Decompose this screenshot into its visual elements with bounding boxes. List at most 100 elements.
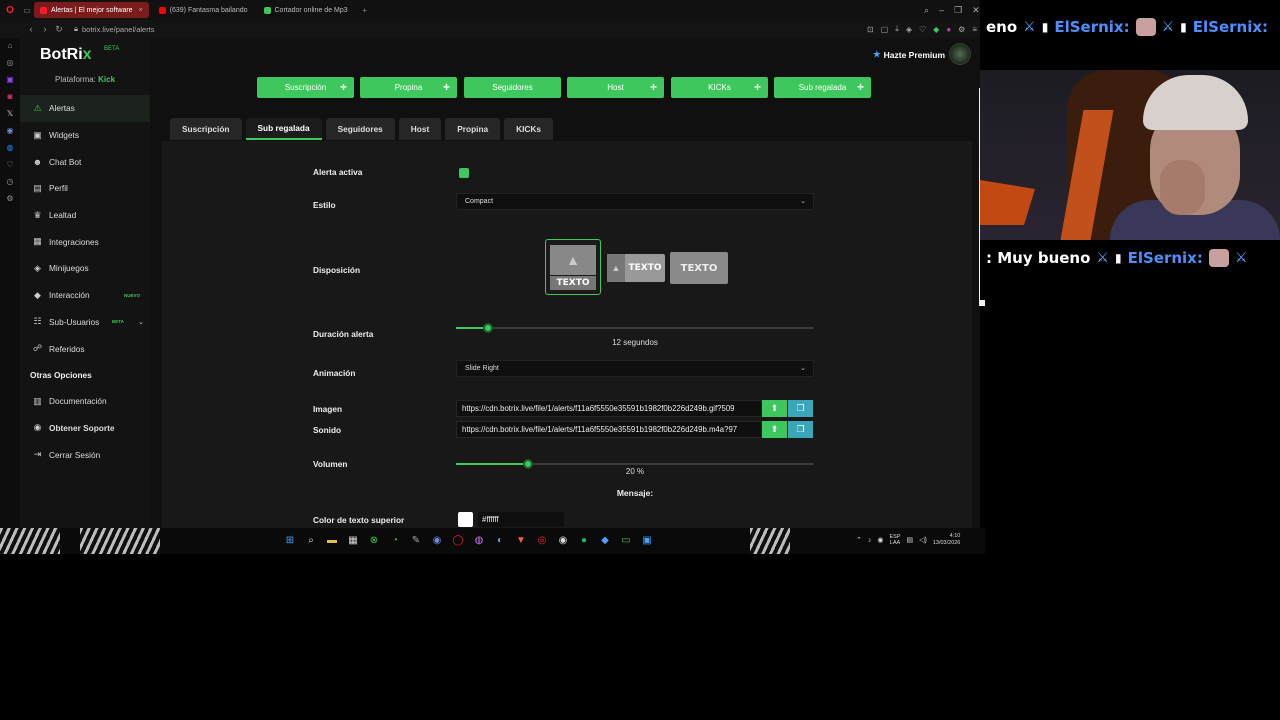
clock[interactable]: 4:10 13/03/2026 [933, 533, 961, 547]
tab-list-icon[interactable]: ▭ [20, 0, 34, 20]
maximize-icon[interactable]: ❐ [954, 5, 962, 16]
image-library-button[interactable]: ❐ [788, 400, 813, 417]
sidebar-item-perfil[interactable]: ▤ Perfil [20, 175, 150, 202]
mic-icon[interactable]: ♪ [868, 537, 872, 544]
sidebar-item-chat-bot[interactable]: ☻ Chat Bot [20, 148, 150, 175]
menu-icon[interactable]: ≡ [972, 25, 977, 34]
search-taskbar-icon[interactable]: ⌕ [304, 533, 318, 547]
app-icon-3[interactable]: ◍ [472, 533, 486, 547]
brave-icon[interactable]: ▼ [514, 533, 528, 547]
tab-seguidores[interactable]: Seguidores [325, 118, 395, 140]
close-window-icon[interactable]: ✕ [972, 5, 980, 16]
tab-kicks[interactable]: KICKs [504, 118, 554, 140]
sound-url-input[interactable]: https://cdn.botrix.live/file/1/alerts/f1… [456, 421, 762, 438]
chevron-down-icon[interactable]: ⌄ [138, 318, 144, 326]
bookmark-icon[interactable]: ⊡ [867, 25, 874, 34]
image-url-input[interactable]: https://cdn.botrix.live/file/1/alerts/f1… [456, 400, 762, 417]
speed-dial-icon[interactable]: ⌂ [3, 40, 17, 51]
app-icon-2[interactable]: ✎ [409, 533, 423, 547]
sidebar-item-referidos[interactable]: ☍ Referidos [20, 335, 150, 362]
sidebar-item-interaccion[interactable]: ◆ Interacción NUEVO [20, 282, 150, 309]
tab-suscripcion[interactable]: Suscripción [170, 118, 242, 140]
app-icon-4[interactable]: ◆ [598, 533, 612, 547]
shield-icon[interactable]: ◈ [906, 25, 912, 34]
obs-icon[interactable]: ◉ [556, 533, 570, 547]
opera-logo-icon[interactable]: O [0, 0, 20, 20]
steam-icon[interactable]: ◐ [493, 533, 507, 547]
add-seguidores-button[interactable]: Seguidores [464, 77, 561, 98]
instagram-icon[interactable]: ◙ [3, 91, 17, 102]
heart-icon[interactable]: ♡ [919, 25, 926, 34]
ai-icon[interactable]: ◎ [3, 57, 17, 68]
discord-icon[interactable]: ◉ [3, 125, 17, 136]
url-field[interactable]: 🔒︎ botrix.live/panel/alerts [74, 24, 155, 34]
network-icon[interactable]: ▤ [907, 536, 914, 544]
browser-tab-alertas[interactable]: Alertas | El mejor software × [34, 2, 149, 18]
windows-start-icon[interactable]: ⊞ [283, 533, 297, 547]
sidebar-item-lealtad[interactable]: ♛ Lealtad [20, 202, 150, 229]
sound-library-button[interactable]: ❐ [788, 421, 813, 438]
tab-host[interactable]: Host [398, 118, 442, 140]
add-kicks-button[interactable]: KICKs + [671, 77, 768, 98]
layout-option-overlay[interactable]: TEXTO [670, 252, 728, 284]
opera-taskbar-icon[interactable]: ◯ [451, 533, 465, 547]
slider-handle[interactable] [483, 323, 494, 333]
sidebar-item-alertas[interactable]: ⚠ Alertas [20, 95, 150, 122]
messenger-icon[interactable]: ◍ [3, 142, 17, 153]
search-icon[interactable]: ⌕ [924, 5, 929, 16]
minimize-icon[interactable]: – [939, 5, 944, 15]
back-icon[interactable]: ‹ [24, 24, 38, 34]
tab-sub-regalada[interactable]: Sub regalada [245, 118, 322, 140]
active-checkbox[interactable] [459, 168, 469, 178]
history-icon[interactable]: ◷ [3, 176, 17, 187]
style-select[interactable]: Compact ⌄ [456, 193, 814, 210]
new-tab-button[interactable]: + [358, 0, 372, 20]
app-icon[interactable]: ▦ [346, 533, 360, 547]
discord-taskbar-icon[interactable]: ◉ [430, 533, 444, 547]
add-propina-button[interactable]: Propina + [360, 77, 457, 98]
app-tray-icon[interactable]: ◉ [877, 536, 883, 544]
sidebar-item-minijuegos[interactable]: ◈ Minijuegos [20, 255, 150, 282]
premium-link[interactable]: ★ Hazte Premium [873, 49, 945, 60]
forward-icon[interactable]: › [38, 24, 52, 34]
upload-image-button[interactable]: ⬆ [762, 400, 787, 417]
reload-icon[interactable]: ↻ [52, 24, 66, 35]
animation-select[interactable]: Slide Right ⌄ [456, 360, 814, 377]
volume-icon[interactable]: ◁) [919, 536, 927, 544]
close-icon[interactable]: × [139, 7, 143, 14]
heart-sidebar-icon[interactable]: ♡ [3, 159, 17, 170]
opera-gx-icon[interactable]: ◎ [535, 533, 549, 547]
layout-option-side[interactable]: ▲ TEXTO [607, 254, 665, 282]
download-icon[interactable]: ⤓ [895, 24, 899, 34]
sidebar-item-documentacion[interactable]: ▥ Documentación [20, 388, 150, 415]
language-indicator[interactable]: ESP LAA [889, 534, 900, 546]
file-explorer-icon[interactable]: ▬ [325, 533, 339, 547]
sidebar-item-soporte[interactable]: ◉ Obtener Soporte [20, 415, 150, 442]
avatar[interactable] [949, 43, 971, 65]
upload-sound-button[interactable]: ⬆ [762, 421, 787, 438]
x-icon[interactable]: 𝕏 [3, 108, 17, 119]
color-swatch[interactable] [458, 512, 473, 527]
add-suscripcion-button[interactable]: Suscripción + [257, 77, 354, 98]
botrix-logo[interactable]: BotRix BETA [40, 46, 119, 64]
duration-slider[interactable] [456, 323, 814, 333]
sidebar-item-integraciones[interactable]: ▦ Integraciones [20, 228, 150, 255]
whatsapp-icon[interactable]: ◔ [388, 533, 402, 547]
sidebar-item-widgets[interactable]: ▣ Widgets [20, 122, 150, 149]
xbox-icon[interactable]: ⊗ [367, 533, 381, 547]
volume-slider[interactable] [456, 459, 814, 469]
tab-propina[interactable]: Propina [445, 118, 501, 140]
extension-icon[interactable]: ◆ [933, 25, 939, 34]
spotify-icon[interactable]: ● [577, 533, 591, 547]
twitch-icon[interactable]: ▣ [3, 74, 17, 85]
app-icon-5[interactable]: ▭ [619, 533, 633, 547]
browser-tab-youtube[interactable]: (639) Fantasma bailando [153, 2, 254, 18]
layout-option-stacked[interactable]: ▲ TEXTO [545, 239, 601, 295]
add-host-button[interactable]: Host + [567, 77, 664, 98]
settings-icon[interactable]: ⚙ [3, 193, 17, 204]
extension-icon-3[interactable]: ⚙ [958, 25, 965, 34]
snapshot-icon[interactable]: ▢ [881, 25, 889, 34]
browser-tab-mp3[interactable]: Cortador online de Mp3 [258, 2, 354, 18]
add-sub-regalada-button[interactable]: Sub regalada + [774, 77, 871, 98]
chevron-up-icon[interactable]: ⌃ [856, 536, 862, 544]
